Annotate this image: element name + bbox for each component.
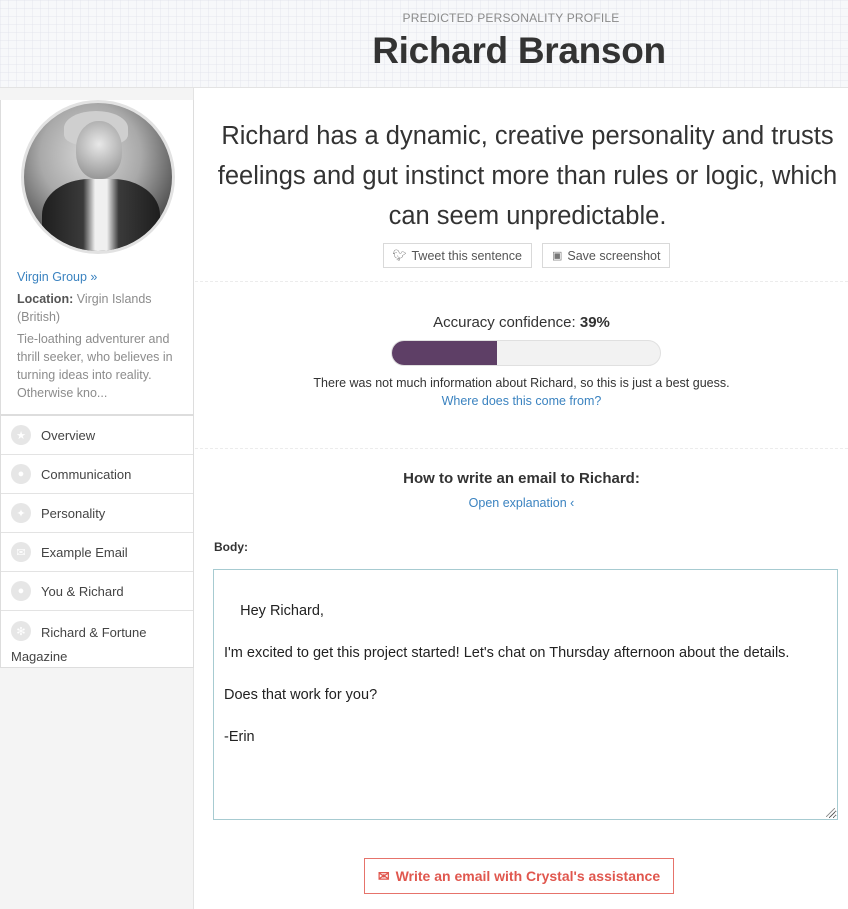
tweet-button-label: Tweet this sentence <box>411 248 522 263</box>
sidebar-nav: ★ Overview ● Communication ✦ Personality… <box>0 415 194 668</box>
sidebar-item-fortune-magazine[interactable]: ✻ Richard & Fortune Magazine <box>1 611 193 667</box>
accuracy-label: Accuracy confidence: <box>433 314 576 331</box>
camera-icon: ▣ <box>551 250 563 262</box>
sidebar-item-overview[interactable]: ★ Overview <box>1 416 193 455</box>
divider <box>195 281 848 282</box>
accuracy-progress-fill <box>392 341 497 365</box>
profile-card: Virgin Group » Location: Virgin Islands … <box>0 100 194 415</box>
sidebar: Virgin Group » Location: Virgin Islands … <box>0 88 194 909</box>
lightbulb-icon: ✦ <box>11 503 31 523</box>
write-email-label: Write an email with Crystal's assistance <box>395 868 661 884</box>
profile-bio: Tie-loathing adventurer and thrill seeke… <box>17 332 173 400</box>
sidebar-item-label: Example Email <box>41 544 128 560</box>
avatar-jacket <box>42 179 160 251</box>
avatar <box>21 100 175 254</box>
sidebar-item-label: Personality <box>41 505 106 521</box>
sidebar-item-label: Richard & Fortune Magazine <box>11 625 147 664</box>
resize-handle-icon[interactable] <box>826 808 835 817</box>
accuracy-note: There was not much information about Ric… <box>313 376 730 390</box>
email-section-title: How to write an email to Richard: <box>403 470 640 487</box>
twitter-bird-icon: 🐦︎ <box>392 250 407 262</box>
sidebar-item-label: Overview <box>41 427 96 443</box>
sidebar-item-communication[interactable]: ● Communication <box>1 455 193 494</box>
location: Location: Virgin Islands (British) <box>17 290 177 326</box>
share-buttons: 🐦︎ Tweet this sentence ▣ Save screenshot <box>195 243 848 268</box>
sidebar-item-label: Communication <box>41 466 132 482</box>
sidebar-item-you-and-richard[interactable]: ● You & Richard <box>1 572 193 611</box>
personality-summary: Richard has a dynamic, creative personal… <box>217 122 838 230</box>
main-content: Richard has a dynamic, creative personal… <box>195 88 848 909</box>
write-email-button[interactable]: ✉ Write an email with Crystal's assistan… <box>364 858 674 894</box>
accuracy-source-link[interactable]: Where does this come from? <box>195 394 848 408</box>
save-screenshot-button[interactable]: ▣ Save screenshot <box>541 243 671 268</box>
profile-meta: Virgin Group » Location: Virgin Islands … <box>1 254 193 414</box>
accuracy-progress-bar <box>391 340 661 366</box>
sidebar-item-label: You & Richard <box>41 583 124 599</box>
sidebar-item-personality[interactable]: ✦ Personality <box>1 494 193 533</box>
accuracy-value: 39% <box>579 314 610 331</box>
envelope-icon: ✉ <box>11 542 31 562</box>
sidebar-item-example-email[interactable]: ✉ Example Email <box>1 533 193 572</box>
page-header: PREDICTED PERSONALITY PROFILE Richard Br… <box>0 0 848 88</box>
location-label: Location: <box>17 292 74 306</box>
body-label: Body: <box>214 540 248 554</box>
envelope-icon: ✉ <box>377 867 390 884</box>
divider <box>195 448 848 449</box>
save-screenshot-label: Save screenshot <box>567 248 661 263</box>
avatar-face <box>76 121 122 179</box>
user-icon: ● <box>11 581 31 601</box>
accuracy-heading: Accuracy confidence: 39% <box>195 314 848 331</box>
email-body-textarea[interactable]: Hey Richard, I'm excited to get this pro… <box>213 569 838 820</box>
page-title: Richard Branson <box>372 30 666 71</box>
company-link[interactable]: Virgin Group » <box>17 268 177 286</box>
star-icon: ★ <box>11 425 31 445</box>
email-body-text: Hey Richard, I'm excited to get this pro… <box>224 603 790 745</box>
open-explanation-link[interactable]: Open explanation ‹ <box>195 496 848 510</box>
profile-eyebrow: PREDICTED PERSONALITY PROFILE <box>402 11 620 25</box>
tweet-button[interactable]: 🐦︎ Tweet this sentence <box>382 243 532 268</box>
chat-bubble-icon: ● <box>11 464 31 484</box>
